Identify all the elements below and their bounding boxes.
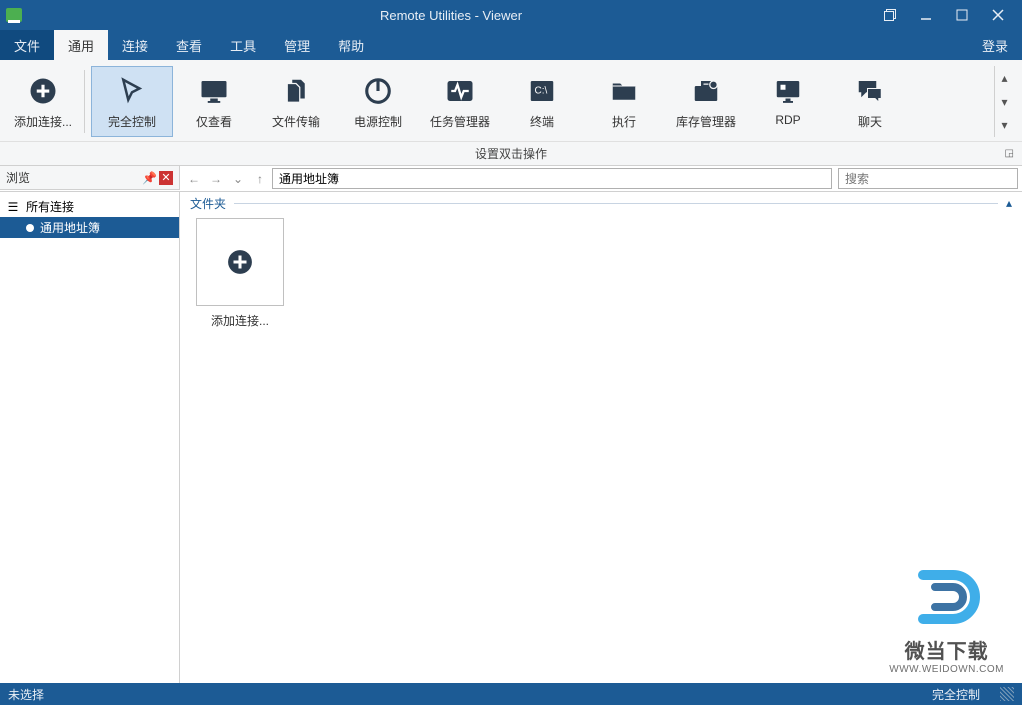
svg-text:C:\: C:\ — [535, 86, 548, 97]
minimize-icon[interactable] — [908, 1, 944, 29]
ribbon-view-only[interactable]: 仅查看 — [173, 66, 255, 137]
title-bar: Remote Utilities - Viewer — [0, 0, 1022, 30]
sidebar-title: 浏览 — [6, 169, 142, 186]
tree-all-connections[interactable]: ☰ 所有连接 — [0, 196, 179, 217]
status-mode: 完全控制 — [932, 686, 980, 703]
sidebar: ☰ 所有连接 通用地址簿 — [0, 192, 180, 687]
ribbon-file-transfer[interactable]: 文件传输 — [255, 66, 337, 137]
ribbon-scroll-up[interactable]: ▴ — [995, 66, 1014, 90]
plus-circle-icon — [28, 73, 58, 109]
window-title: Remote Utilities - Viewer — [30, 8, 872, 23]
pin-icon[interactable]: 📌 — [142, 171, 157, 185]
maximize-icon[interactable] — [944, 1, 980, 29]
chat-icon — [855, 73, 885, 109]
ribbon-more[interactable]: ▾ — [995, 113, 1014, 137]
ribbon-full-control[interactable]: 完全控制 — [91, 66, 173, 137]
window-controls — [872, 1, 1016, 29]
nav-up-icon[interactable]: ↑ — [250, 169, 270, 189]
ribbon-execute[interactable]: 执行 — [583, 66, 665, 137]
nav-dropdown-icon[interactable]: ⌄ — [228, 169, 248, 189]
ribbon-rdp[interactable]: RDP — [747, 66, 829, 137]
sidebar-header: 浏览 📌 ✕ — [0, 166, 180, 190]
menu-bar: 文件 通用 连接 查看 工具 管理 帮助 登录 — [0, 30, 1022, 60]
menu-manage[interactable]: 管理 — [270, 30, 324, 60]
menu-general[interactable]: 通用 — [54, 30, 108, 60]
address-input[interactable] — [272, 168, 832, 189]
status-selection: 未选择 — [8, 686, 44, 703]
bullet-icon — [26, 224, 34, 232]
ribbon-power-control[interactable]: 电源控制 — [337, 66, 419, 137]
restore-down-icon[interactable] — [872, 1, 908, 29]
ribbon-task-manager[interactable]: 任务管理器 — [419, 66, 501, 137]
search-input[interactable] — [838, 168, 1018, 189]
resize-grip-icon[interactable] — [1000, 687, 1014, 701]
tree-item-label: 通用地址簿 — [40, 219, 100, 236]
status-bar: 未选择 完全控制 — [0, 683, 1022, 705]
watermark: 微当下载 WWW.WEIDOWN.COM — [889, 563, 1004, 675]
ribbon-scroll-down[interactable]: ▾ — [995, 90, 1014, 114]
ribbon: 添加连接... 完全控制 仅查看 文件传输 电源控制 任务管理器 C:\ 终端 — [0, 60, 1022, 166]
folder-run-icon — [609, 73, 639, 109]
ribbon-chat[interactable]: 聊天 — [829, 66, 911, 137]
files-icon — [281, 73, 311, 109]
terminal-icon: C:\ — [527, 73, 557, 109]
menu-help[interactable]: 帮助 — [324, 30, 378, 60]
nav-back-icon[interactable]: ← — [184, 169, 204, 189]
menu-login[interactable]: 登录 — [968, 30, 1022, 60]
tree-item-label: 所有连接 — [26, 198, 74, 215]
ribbon-add-connection[interactable]: 添加连接... — [8, 66, 78, 137]
tile-add-connection[interactable]: 添加连接... — [192, 218, 288, 329]
sidebar-close-icon[interactable]: ✕ — [159, 171, 173, 185]
ribbon-inventory-manager[interactable]: 库存管理器 — [665, 66, 747, 137]
ribbon-terminal[interactable]: C:\ 终端 — [501, 66, 583, 137]
monitor-icon — [199, 73, 229, 109]
close-icon[interactable] — [980, 1, 1016, 29]
ribbon-group-caption: 设置双击操作 ◲ — [0, 141, 1022, 165]
collapse-icon[interactable]: ▴ — [998, 196, 1012, 210]
rdp-icon — [773, 73, 803, 109]
tree-general-addressbook[interactable]: 通用地址簿 — [0, 217, 179, 238]
content-area: 文件夹 ▴ 添加连接... 微当下载 WWW.WEIDOWN.COM — [180, 192, 1022, 687]
power-icon — [363, 73, 393, 109]
plus-circle-icon — [227, 249, 253, 275]
ribbon-dialog-launcher-icon[interactable]: ◲ — [1005, 148, 1014, 159]
nav-forward-icon[interactable]: → — [206, 169, 226, 189]
app-icon — [6, 8, 22, 22]
menu-view[interactable]: 查看 — [162, 30, 216, 60]
menu-tools[interactable]: 工具 — [216, 30, 270, 60]
list-icon: ☰ — [6, 200, 20, 214]
briefcase-icon — [691, 73, 721, 109]
pulse-icon — [445, 73, 475, 109]
tile-label: 添加连接... — [211, 312, 269, 329]
menu-connection[interactable]: 连接 — [108, 30, 162, 60]
cursor-icon — [117, 73, 147, 109]
menu-file[interactable]: 文件 — [0, 30, 54, 60]
folder-group-header[interactable]: 文件夹 ▴ — [180, 192, 1022, 214]
